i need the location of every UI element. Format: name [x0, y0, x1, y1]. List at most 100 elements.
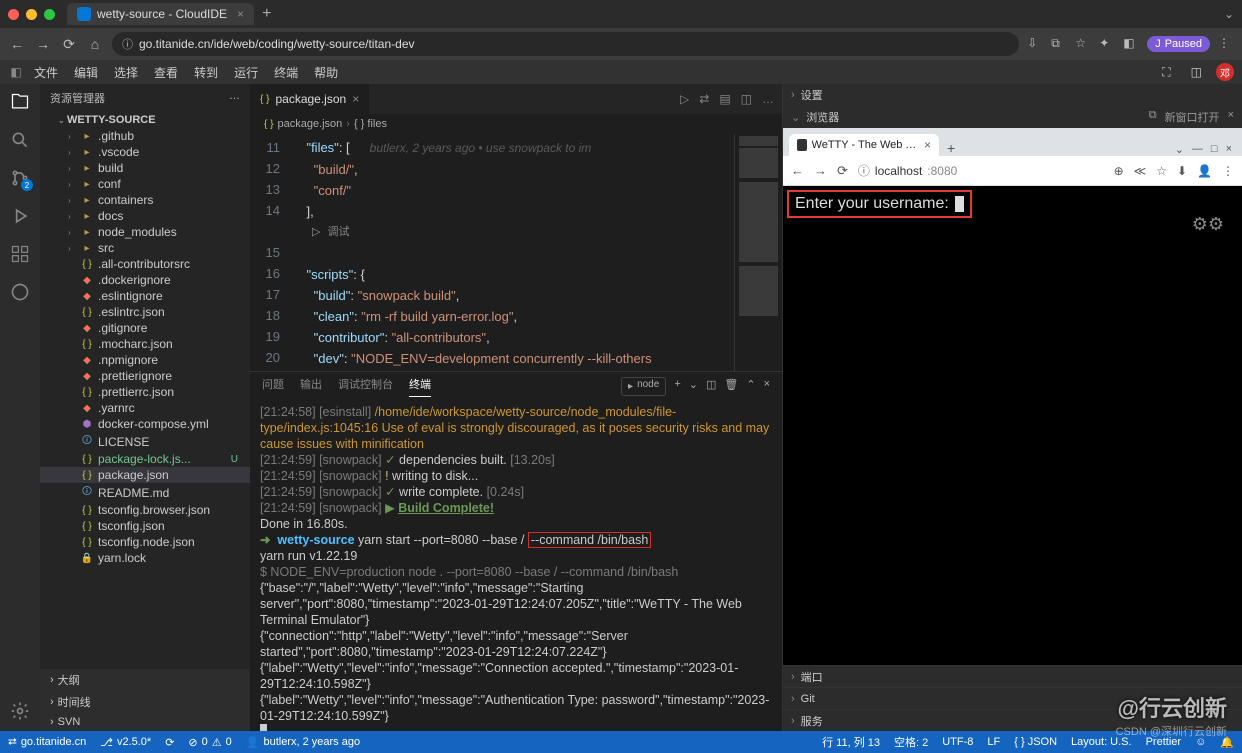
back-button[interactable]: ←	[8, 36, 26, 52]
section-svn[interactable]: ›SVN	[40, 713, 250, 731]
code-editor[interactable]: 1112131415161718192021 "files": [butlerx…	[250, 134, 782, 371]
panel-tab-problems[interactable]: 问题	[262, 376, 284, 396]
notifications-icon[interactable]: 🔔	[1220, 736, 1234, 749]
file-tsconfig.browser.json[interactable]: { }tsconfig.browser.json	[40, 502, 250, 518]
close-window[interactable]	[8, 9, 19, 20]
file-.yarnrc[interactable]: ◆.yarnrc	[40, 400, 250, 416]
ib-share-icon[interactable]: ≪	[1134, 164, 1147, 178]
split-icon[interactable]: ◫	[741, 92, 752, 106]
sidepanel-icon[interactable]: ◧	[1123, 36, 1139, 52]
file-.gitignore[interactable]: ◆.gitignore	[40, 320, 250, 336]
panel-tab-terminal[interactable]: 终端	[409, 376, 431, 397]
ib-new-tab[interactable]: +	[939, 140, 963, 156]
debug-icon[interactable]	[10, 206, 30, 226]
layout-icon[interactable]: ⛶	[1156, 65, 1176, 80]
git-branch[interactable]: ⎇ v2.5.0*	[100, 736, 151, 749]
file-docs[interactable]: ›▸docs	[40, 208, 250, 224]
rp-browser[interactable]: ⌄浏览器 ⧉ 新窗口打开 ×	[783, 106, 1242, 128]
explorer-icon[interactable]	[10, 92, 30, 112]
file-src[interactable]: ›▸src	[40, 240, 250, 256]
file-.prettierrc.json[interactable]: { }.prettierrc.json	[40, 384, 250, 400]
file-.mocharc.json[interactable]: { }.mocharc.json	[40, 336, 250, 352]
split-terminal-icon[interactable]: ◫	[706, 378, 716, 395]
ib-tab[interactable]: WeTTY - The Web Terminal ×	[789, 134, 939, 156]
file-.eslintrc.json[interactable]: { }.eslintrc.json	[40, 304, 250, 320]
info-icon[interactable]: ⓘ	[858, 162, 870, 179]
ib-forward[interactable]: →	[814, 163, 827, 178]
encoding-status[interactable]: UTF-8	[942, 736, 973, 748]
file-docker-compose.yml[interactable]: ⬢docker-compose.yml	[40, 416, 250, 432]
breadcrumb-file[interactable]: package.json	[277, 118, 342, 130]
ib-minimize[interactable]: —	[1192, 143, 1203, 156]
chrome-menu[interactable]: ⋮	[1218, 36, 1234, 52]
sidebar-more[interactable]: …	[229, 90, 240, 106]
breadcrumb-path[interactable]: { } files	[354, 118, 387, 130]
file-.github[interactable]: ›▸.github	[40, 128, 250, 144]
diff-icon[interactable]: ⇄	[699, 92, 709, 106]
file-tsconfig.node.json[interactable]: { }tsconfig.node.json	[40, 534, 250, 550]
code-content[interactable]: "files": [butlerx, 2 years ago • use sno…	[292, 134, 734, 371]
indent-status[interactable]: 空格: 2	[894, 734, 928, 750]
ib-menu[interactable]: ⋮	[1222, 164, 1234, 178]
terminal-content[interactable]: [21:24:58] [esinstall] /home/ide/workspa…	[250, 400, 782, 731]
menu-go[interactable]: 转到	[188, 64, 224, 81]
ib-maximize[interactable]: □	[1211, 143, 1218, 156]
layout-status[interactable]: Layout: U.S.	[1071, 736, 1132, 748]
new-tab-button[interactable]: +	[262, 5, 271, 23]
file-conf[interactable]: ›▸conf	[40, 176, 250, 192]
menu-view[interactable]: 查看	[148, 64, 184, 81]
more-actions[interactable]: …	[762, 92, 774, 106]
file-package-lock.js...[interactable]: { }package-lock.js...U	[40, 451, 250, 467]
breadcrumb[interactable]: { } package.json › { } files	[250, 114, 782, 134]
preview-icon[interactable]: ▤	[719, 92, 730, 106]
minimap[interactable]	[734, 134, 782, 371]
run-icon[interactable]: ▷	[680, 92, 689, 106]
ide-logo[interactable]: ◧	[8, 64, 24, 80]
scm-icon[interactable]: 2	[10, 168, 30, 188]
blame-status[interactable]: 👤 butlerx, 2 years ago	[246, 736, 360, 749]
file-README.md[interactable]: 🛈README.md	[40, 483, 250, 502]
extensions-icon[interactable]: ✦	[1099, 36, 1115, 52]
maximize-window[interactable]	[44, 9, 55, 20]
rp-settings[interactable]: ›设置	[783, 84, 1242, 106]
install-icon[interactable]: ⇩	[1027, 36, 1043, 52]
kill-terminal-icon[interactable]: 🗑	[724, 378, 738, 395]
file-LICENSE[interactable]: 🛈LICENSE	[40, 432, 250, 451]
browser-tab[interactable]: wetty-source - CloudIDE ×	[67, 3, 254, 25]
address-bar[interactable]: ⓘ go.titanide.cn/ide/web/coding/wetty-so…	[112, 32, 1019, 56]
menu-edit[interactable]: 编辑	[68, 64, 104, 81]
home-button[interactable]: ⌂	[86, 36, 104, 52]
remote-icon[interactable]	[10, 282, 30, 302]
file-node_modules[interactable]: ›▸node_modules	[40, 224, 250, 240]
menu-help[interactable]: 帮助	[308, 64, 344, 81]
rp-git[interactable]: ›Git	[783, 687, 1242, 709]
ib-bookmark-icon[interactable]: ☆	[1156, 164, 1167, 178]
search-icon[interactable]	[10, 130, 30, 150]
ib-reload[interactable]: ⟳	[837, 163, 848, 179]
extensions-view-icon[interactable]	[10, 244, 30, 264]
terminal-dropdown[interactable]: ⌄	[689, 378, 698, 395]
file-yarn.lock[interactable]: 🔒yarn.lock	[40, 550, 250, 566]
section-timeline[interactable]: ›时间线	[40, 691, 250, 713]
reload-button[interactable]: ⟳	[60, 36, 78, 53]
tabs-dropdown[interactable]: ⌄	[1224, 7, 1234, 21]
ib-zoom-icon[interactable]: ⊕	[1114, 164, 1124, 178]
menu-select[interactable]: 选择	[108, 64, 144, 81]
profile-paused[interactable]: J Paused	[1147, 36, 1210, 52]
ib-profile-icon[interactable]: 👤	[1197, 164, 1212, 178]
panel-tab-debug[interactable]: 调试控制台	[338, 376, 393, 396]
problems-status[interactable]: ⊘ 0 ⚠ 0	[188, 736, 231, 749]
cursor-position[interactable]: 行 11, 列 13	[822, 734, 880, 750]
close-editor-tab[interactable]: ×	[352, 92, 359, 106]
open-external-icon[interactable]: ⧉	[1149, 109, 1157, 125]
close-panel[interactable]: ×	[764, 378, 770, 394]
new-window-label[interactable]: 新窗口打开	[1165, 109, 1220, 125]
bookmark-icon[interactable]: ☆	[1075, 36, 1091, 52]
ib-address[interactable]: ⓘ localhost:8080	[858, 162, 1104, 179]
ib-back[interactable]: ←	[791, 163, 804, 178]
section-outline[interactable]: ›大纲	[40, 669, 250, 691]
feedback-icon[interactable]: ☺	[1195, 736, 1206, 748]
ib-close-tab[interactable]: ×	[924, 138, 931, 152]
menu-terminal[interactable]: 终端	[268, 64, 304, 81]
file-tsconfig.json[interactable]: { }tsconfig.json	[40, 518, 250, 534]
